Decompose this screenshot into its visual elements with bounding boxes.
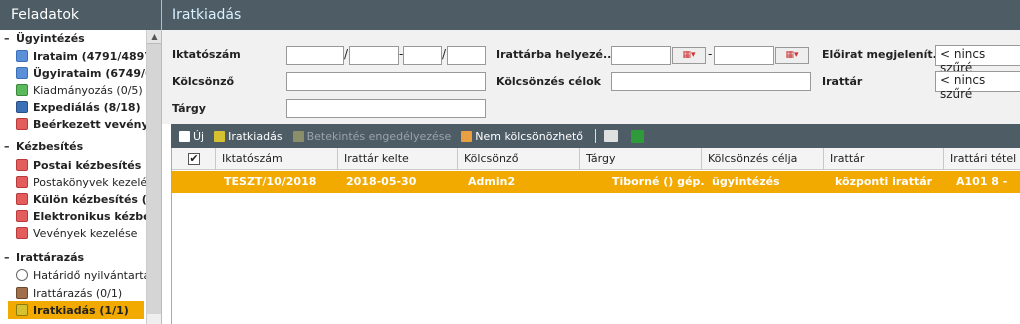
- sidebar-item-postai-kezbesites[interactable]: Postai kézbesítés (4: [16, 157, 146, 173]
- irattarba-helyezes-label: Irattárba helyezé...: [496, 48, 616, 61]
- nem-kolcsonozheto-button[interactable]: Nem kölcsönözhető: [461, 130, 583, 143]
- sidebar-item-ugyirataim[interactable]: Ügyirataim (6749/6: [16, 65, 146, 81]
- iktatoszam-year-input[interactable]: [447, 46, 486, 65]
- targy-label: Tárgy: [172, 102, 206, 115]
- iratkiadas-button[interactable]: Iratkiadás: [214, 130, 283, 143]
- sidebar-item-vevenyek[interactable]: Vevények kezelése: [16, 225, 137, 241]
- grid-header: ✔ Iktatószám Irattár kelte Kölcsönző Tár…: [172, 148, 1020, 170]
- iktatoszam-sub-input[interactable]: [403, 46, 442, 65]
- irattarba-from-input[interactable]: [611, 46, 671, 65]
- mail-icon: [16, 193, 28, 205]
- toolbar: Új Iratkiadás Betekintés engedélyezése N…: [171, 124, 1020, 148]
- sidebar-list: – Ügyintézés Irataim (4791/4897 Ügyiratai…: [0, 30, 146, 324]
- new-document-icon: [179, 130, 190, 142]
- sidebar-item-kiadmanyozas[interactable]: Kiadmányozás (0/5): [16, 82, 143, 98]
- column-header-irattar-kelte[interactable]: Irattár kelte: [337, 148, 457, 170]
- sidebar-item-kulon-kezbesites[interactable]: Külön kézbesítés (59: [16, 191, 146, 207]
- irattar-label: Irattár: [822, 75, 863, 88]
- irattarba-to-input[interactable]: [714, 46, 774, 65]
- results-grid: ✔ Iktatószám Irattár kelte Kölcsönző Tár…: [171, 148, 1020, 324]
- mail-icon: [16, 210, 28, 222]
- cell-irattar: központi irattár: [835, 175, 933, 188]
- document-list-icon: [16, 50, 28, 62]
- select-all-checkbox[interactable]: ✔: [188, 153, 200, 165]
- lending-icon: [16, 304, 28, 316]
- iktatoszam-number-input[interactable]: [349, 46, 399, 65]
- slash-separator: /: [344, 47, 349, 61]
- cell-irattari-tetel: A101 8 -: [956, 175, 1008, 188]
- main-panel: Iratkiadás Iktatószám / - / Irattárba he…: [162, 0, 1020, 324]
- kolcsonzo-input[interactable]: [286, 72, 486, 91]
- dash-separator: -: [708, 47, 713, 61]
- calendar-icon[interactable]: ▦▾: [672, 47, 706, 64]
- document-list-icon: [16, 67, 28, 79]
- eloirat-select[interactable]: < nincs szűré: [935, 45, 1020, 75]
- scrollbar-thumb[interactable]: [147, 44, 161, 314]
- sidebar-scrollbar[interactable]: ▲: [146, 30, 161, 324]
- receipt-icon: [16, 118, 28, 130]
- cell-targy: Tiborné () gép...: [612, 175, 704, 188]
- send-arrow-icon: [16, 101, 28, 113]
- column-header-kolcsonzes-celja[interactable]: Kölcsönzés célja: [701, 148, 823, 170]
- archive-box-icon: [16, 287, 28, 299]
- irattar-select[interactable]: < nincs szűré: [935, 71, 1020, 101]
- mail-icon: [16, 227, 28, 239]
- column-header-irattar[interactable]: Irattár: [823, 148, 943, 170]
- print-button[interactable]: [604, 130, 621, 142]
- filter-panel: Iktatószám / - / Irattárba helyezé... ▦▾…: [162, 30, 1020, 124]
- sidebar-title: Feladatok: [0, 0, 161, 30]
- collapse-icon[interactable]: –: [4, 32, 14, 45]
- cell-kolcsonzes-celja: ügyintézés: [712, 175, 780, 188]
- view-permission-icon: [292, 130, 304, 142]
- kolcsonzes-celok-label: Kölcsönzés célok: [496, 75, 601, 88]
- eloirat-label: Előirat megjelenít...: [822, 48, 946, 61]
- kolcsonzo-label: Kölcsönző: [172, 75, 235, 88]
- group-ugyintezes[interactable]: – Ügyintézés: [0, 32, 85, 45]
- collapse-icon[interactable]: –: [4, 140, 14, 153]
- iktatoszam-label: Iktatószám: [172, 48, 241, 61]
- sidebar-item-expedialas[interactable]: Expediálás (8/18): [16, 99, 141, 115]
- scroll-up-icon[interactable]: ▲: [147, 30, 161, 44]
- kolcsonzes-celok-input[interactable]: [611, 72, 811, 91]
- slash-separator: /: [442, 47, 447, 61]
- toolbar-divider: [595, 129, 597, 143]
- excel-icon: [631, 129, 645, 143]
- new-button[interactable]: Új: [179, 130, 204, 143]
- sidebar-item-beerkezett-veveny[interactable]: Beérkezett vevény (: [16, 116, 146, 132]
- betekintes-engedelyezese-button[interactable]: Betekintés engedélyezése: [292, 130, 451, 143]
- mail-icon: [16, 159, 28, 171]
- group-irattarazas[interactable]: – Irattárazás: [0, 251, 84, 264]
- sidebar-item-irataim[interactable]: Irataim (4791/4897: [16, 48, 146, 64]
- collapse-icon[interactable]: –: [4, 251, 14, 264]
- sidebar-item-irattarazas[interactable]: Irattárazás (0/1): [16, 285, 122, 301]
- excel-export-button[interactable]: [631, 129, 647, 143]
- table-row[interactable]: TESZT/10/2018 2018-05-30 Admin2 Tiborné …: [172, 171, 1020, 193]
- sidebar-item-postakonyvek[interactable]: Postakönyvek kezelése: [16, 174, 146, 190]
- group-kezbesites[interactable]: – Kézbesítés: [0, 140, 83, 153]
- cell-kolcsonzo: Admin2: [468, 175, 516, 188]
- calendar-icon[interactable]: ▦▾: [775, 47, 809, 64]
- sidebar-item-hatarido[interactable]: Határidő nyilvántartás: [16, 267, 146, 283]
- lending-icon: [214, 130, 226, 142]
- sidebar: Feladatok – Ügyintézés Irataim (4791/4897…: [0, 0, 162, 324]
- clock-icon: [16, 269, 28, 281]
- mail-icon: [16, 176, 28, 188]
- column-header-kolcsonzo[interactable]: Kölcsönző: [457, 148, 579, 170]
- print-icon: [604, 130, 619, 142]
- column-header-targy[interactable]: Tárgy: [579, 148, 701, 170]
- not-lendable-icon: [461, 130, 473, 142]
- iktatoszam-prefix-input[interactable]: [286, 46, 344, 65]
- sign-icon: [16, 84, 28, 96]
- sidebar-item-elektronikus-kezbesites[interactable]: Elektronikus kézbes: [16, 208, 146, 224]
- page-title: Iratkiadás: [162, 0, 1020, 30]
- sidebar-item-iratkiadas[interactable]: Iratkiadás (1/1): [8, 301, 144, 319]
- cell-irattar-kelte: 2018-05-30: [346, 175, 417, 188]
- cell-iktatoszam: TESZT/10/2018: [224, 175, 317, 188]
- targy-input[interactable]: [286, 99, 486, 118]
- column-header-irattari-tetel[interactable]: Irattári tétel: [943, 148, 1020, 170]
- column-header-iktatoszam[interactable]: Iktatószám: [215, 148, 337, 170]
